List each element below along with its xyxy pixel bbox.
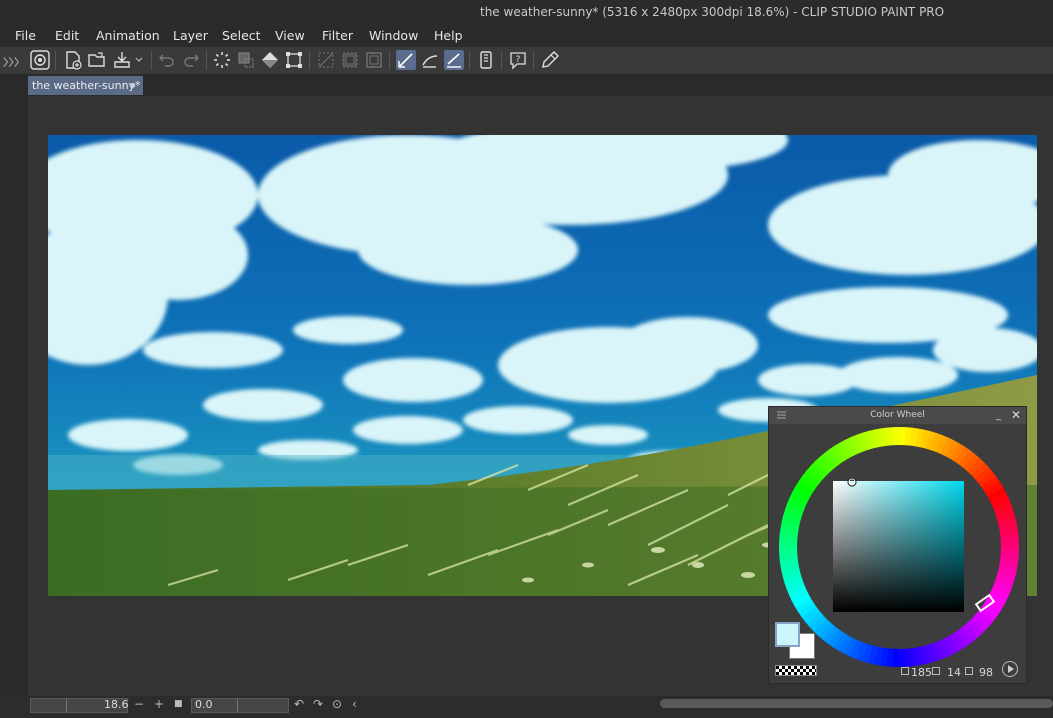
color-wheel-title: Color Wheel bbox=[870, 410, 925, 420]
status-bar: 18.6 − + ■ 0.0 ↶ ↷ ⊙ ‹ bbox=[0, 696, 1053, 718]
rotation-value: 0.0 bbox=[195, 698, 213, 711]
color-wheel-header[interactable]: Color Wheel _ ✕ bbox=[769, 407, 1026, 424]
fit-icon[interactable]: ■ bbox=[174, 699, 183, 709]
eyedropper-pen-icon[interactable] bbox=[540, 50, 560, 70]
zoom-value: 18.6 bbox=[104, 698, 129, 711]
minimize-icon[interactable]: _ bbox=[996, 410, 1001, 421]
menu-window[interactable]: Window bbox=[369, 28, 418, 43]
menu-layer[interactable]: Layer bbox=[173, 28, 208, 43]
snap-grid-icon[interactable] bbox=[444, 50, 464, 70]
toolbar-separator bbox=[533, 51, 534, 70]
document-tab-bar: the weather-sunny* bbox=[0, 74, 1053, 96]
undo-icon[interactable] bbox=[157, 50, 177, 70]
horizontal-scrollbar[interactable] bbox=[660, 699, 1053, 708]
toolbar-separator bbox=[469, 51, 470, 70]
play-icon[interactable] bbox=[1002, 661, 1018, 677]
toolbar-separator bbox=[501, 51, 502, 70]
device-settings-icon[interactable] bbox=[476, 50, 496, 70]
title-bar: the weather-sunny* (5316 x 2480px 300dpi… bbox=[0, 0, 1053, 24]
deselect-icon[interactable] bbox=[316, 50, 336, 70]
value-icon bbox=[965, 667, 973, 675]
color-wheel-panel: Color Wheel _ ✕ 185 14 98 bbox=[768, 406, 1027, 684]
menu-file[interactable]: File bbox=[15, 28, 36, 43]
save-export-icon[interactable] bbox=[112, 50, 146, 70]
menu-select[interactable]: Select bbox=[222, 28, 261, 43]
hue-value[interactable]: 185 bbox=[911, 666, 932, 679]
clip-studio-icon[interactable] bbox=[30, 50, 50, 70]
toolbar-separator bbox=[55, 51, 56, 70]
selection-border-icon[interactable] bbox=[364, 50, 384, 70]
left-dock-strip bbox=[0, 96, 28, 696]
toolbar-separator bbox=[151, 51, 152, 70]
menu-help[interactable]: Help bbox=[434, 28, 463, 43]
open-folder-icon[interactable] bbox=[87, 50, 107, 70]
redo-icon[interactable] bbox=[181, 50, 201, 70]
document-tab[interactable]: the weather-sunny* bbox=[28, 76, 143, 95]
command-bar: ? bbox=[0, 47, 1053, 75]
snap-special-ruler-icon[interactable] bbox=[420, 50, 440, 70]
transparent-color-swatch[interactable] bbox=[775, 665, 817, 676]
help-icon[interactable]: ? bbox=[508, 50, 528, 70]
brightness-value[interactable]: 98 bbox=[979, 666, 993, 679]
loading-spinner-icon[interactable] bbox=[212, 50, 232, 70]
rotate-left-icon[interactable]: ↶ bbox=[294, 697, 304, 711]
zoom-out-icon[interactable]: − bbox=[134, 697, 144, 711]
menu-bar: File Edit Animation Layer Select View Fi… bbox=[0, 24, 1053, 47]
scroll-left-icon[interactable]: ‹ bbox=[352, 697, 357, 711]
invert-selection-icon[interactable] bbox=[340, 50, 360, 70]
close-icon[interactable]: ✕ bbox=[1011, 408, 1021, 422]
collapse-chevrons-icon[interactable] bbox=[2, 52, 24, 72]
document-tab-label: the weather-sunny* bbox=[32, 79, 141, 92]
transform-selection-icon[interactable] bbox=[236, 50, 256, 70]
main-color-swatch[interactable] bbox=[775, 622, 800, 647]
window-title: the weather-sunny* (5316 x 2480px 300dpi… bbox=[480, 5, 945, 19]
new-canvas-icon[interactable] bbox=[63, 50, 83, 70]
svg-text:?: ? bbox=[516, 55, 521, 65]
toolbar-separator bbox=[309, 51, 310, 70]
toolbar-separator bbox=[206, 51, 207, 70]
free-transform-icon[interactable] bbox=[284, 50, 304, 70]
toolbar-separator bbox=[389, 51, 390, 70]
fill-icon[interactable] bbox=[260, 50, 280, 70]
snap-ruler-icon[interactable] bbox=[396, 50, 416, 70]
saturation-value[interactable]: 14 bbox=[947, 666, 961, 679]
rotate-right-icon[interactable]: ↷ bbox=[313, 697, 323, 711]
menu-animation[interactable]: Animation bbox=[96, 28, 160, 43]
menu-filter[interactable]: Filter bbox=[322, 28, 353, 43]
hue-ring[interactable] bbox=[779, 427, 1019, 667]
document-tab-close-dot[interactable] bbox=[130, 83, 135, 88]
menu-view[interactable]: View bbox=[275, 28, 305, 43]
reset-rotation-icon[interactable]: ⊙ bbox=[332, 697, 342, 711]
hue-icon bbox=[901, 667, 909, 675]
menu-edit[interactable]: Edit bbox=[55, 28, 79, 43]
zoom-in-icon[interactable]: + bbox=[154, 697, 164, 711]
saturation-icon bbox=[932, 667, 940, 675]
